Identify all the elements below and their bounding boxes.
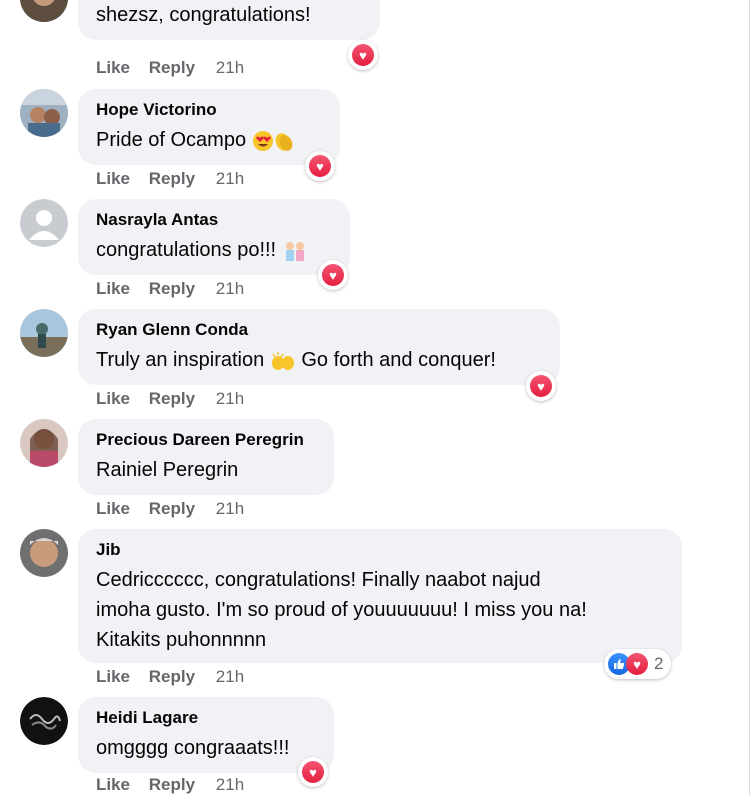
comment-time[interactable]: 21h: [216, 58, 244, 77]
comment-bubble: Nasrayla Antas congratulations po!!!: [78, 199, 350, 275]
comment-author[interactable]: Jib: [96, 539, 666, 561]
comment-actions: Like Reply 21h: [96, 667, 258, 687]
comment-text-line: Cedricccccc, congratulations! Finally na…: [96, 569, 541, 591]
comment-text: Truly an inspiration: [96, 349, 265, 371]
avatar-photo-icon: [20, 529, 68, 577]
comment-text-line: congratulations po!!!: [96, 235, 334, 265]
avatar-photo-icon: [20, 0, 68, 22]
comment-text: Pride of Ocampo: [96, 129, 247, 151]
comment-actions: Like Reply 21h: [96, 169, 258, 189]
clapping-hands-emoji: [275, 133, 293, 151]
reply-button[interactable]: Reply: [149, 667, 195, 686]
like-button[interactable]: Like: [96, 667, 130, 686]
heart-icon: ♥: [302, 761, 324, 783]
comment-thread: shezsz, congratulations! ♥ Like Reply 21…: [0, 0, 750, 796]
celebrating-people-emoji: [285, 241, 304, 261]
reaction-summary[interactable]: ♥ 2: [604, 649, 672, 679]
avatar[interactable]: [20, 697, 68, 745]
comment-actions: Like Reply 21h: [96, 279, 258, 299]
like-button[interactable]: Like: [96, 775, 130, 794]
heart-icon: ♥: [309, 155, 331, 177]
raised-hands-emoji: [271, 351, 294, 370]
comment-text: shezsz, congratulations!: [96, 4, 311, 26]
reply-button[interactable]: Reply: [149, 499, 195, 518]
heart-icon: ♥: [322, 264, 344, 286]
comment-author[interactable]: Precious Dareen Peregrin: [96, 429, 318, 451]
avatar[interactable]: [20, 89, 68, 137]
comment-bubble: Heidi Lagare omgggg congraaats!!!: [78, 697, 334, 773]
comment-time[interactable]: 21h: [216, 667, 244, 686]
default-avatar-icon: [20, 199, 68, 247]
comment-time[interactable]: 21h: [216, 775, 244, 794]
like-button[interactable]: Like: [96, 389, 130, 408]
comment-time[interactable]: 21h: [216, 499, 244, 518]
comment-actions: Like Reply 21h: [96, 389, 258, 409]
heart-icon: ♥: [352, 44, 374, 66]
comment-text: Rainiel Peregrin: [96, 459, 239, 481]
reply-button[interactable]: Reply: [149, 169, 195, 188]
heart-eyes-emoji: [252, 130, 273, 151]
avatar[interactable]: [20, 309, 68, 357]
comment-bubble: Jib Cedricccccc, congratulations! Finall…: [78, 529, 682, 663]
comment-text-line: Kitakits puhonnnnn: [96, 629, 267, 651]
heart-icon: ♥: [626, 653, 648, 675]
comment-actions: Like Reply 21h: [96, 775, 258, 795]
avatar-photo-icon: [20, 89, 68, 137]
comment-text-line: Truly an inspiration Go forth and conque…: [96, 345, 544, 375]
like-button[interactable]: Like: [96, 499, 130, 518]
comment-time[interactable]: 21h: [216, 169, 244, 188]
like-button[interactable]: Like: [96, 169, 130, 188]
reaction-badge[interactable]: ♥: [348, 40, 378, 70]
avatar[interactable]: [20, 0, 68, 22]
comment-bubble: Precious Dareen Peregrin Rainiel Peregri…: [78, 419, 334, 495]
heart-icon: ♥: [530, 375, 552, 397]
reaction-badge[interactable]: ♥: [298, 757, 328, 787]
comment-text: omgggg congraaats!!!: [96, 737, 290, 759]
avatar-photo-icon: [20, 697, 68, 745]
comment-author[interactable]: Ryan Glenn Conda: [96, 319, 544, 341]
comment-bubble: Ryan Glenn Conda Truly an inspiration Go…: [78, 309, 560, 385]
comment-actions: Like Reply 21h: [96, 58, 258, 78]
reaction-badge[interactable]: ♥: [318, 260, 348, 290]
comment-text: Go forth and conquer!: [301, 349, 496, 371]
comment-text: congratulations po!!!: [96, 239, 277, 261]
comment-author[interactable]: Heidi Lagare: [96, 707, 318, 729]
reaction-badge[interactable]: ♥: [305, 151, 335, 181]
avatar[interactable]: [20, 419, 68, 467]
comment-time[interactable]: 21h: [216, 389, 244, 408]
comment-author[interactable]: Nasrayla Antas: [96, 209, 334, 231]
comment-bubble: shezsz, congratulations!: [78, 0, 380, 40]
avatar-photo-icon: [20, 309, 68, 357]
comment-bubble: Hope Victorino Pride of Ocampo: [78, 89, 340, 165]
avatar[interactable]: [20, 529, 68, 577]
reply-button[interactable]: Reply: [149, 58, 195, 77]
avatar[interactable]: [20, 199, 68, 247]
comment-author[interactable]: Hope Victorino: [96, 99, 324, 121]
like-button[interactable]: Like: [96, 279, 130, 298]
like-button[interactable]: Like: [96, 58, 130, 77]
comment-text-line: imoha gusto. I'm so proud of youuuuuuu! …: [96, 599, 587, 621]
comment-time[interactable]: 21h: [216, 279, 244, 298]
reply-button[interactable]: Reply: [149, 279, 195, 298]
reaction-badge[interactable]: ♥: [526, 371, 556, 401]
avatar-photo-icon: [20, 419, 68, 467]
reply-button[interactable]: Reply: [149, 389, 195, 408]
comment-text-line: Pride of Ocampo: [96, 125, 324, 155]
reply-button[interactable]: Reply: [149, 775, 195, 794]
reaction-count: 2: [654, 654, 664, 673]
comment-actions: Like Reply 21h: [96, 499, 258, 519]
